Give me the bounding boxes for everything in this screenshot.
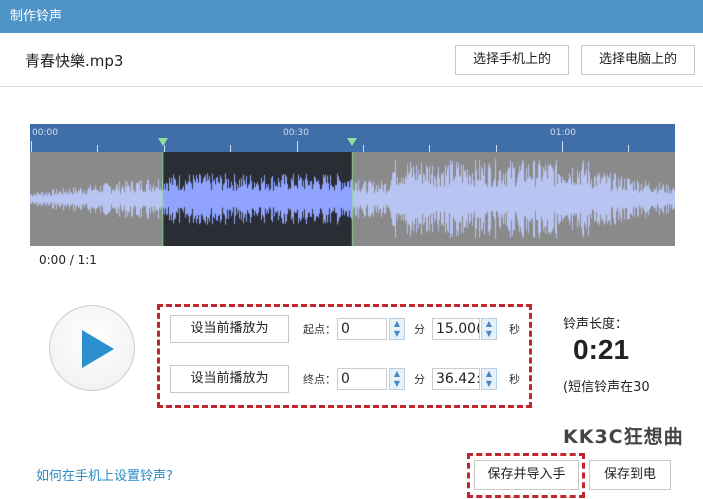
watermark: KK3C狂想曲 (563, 426, 684, 448)
timeline-tick (296, 141, 298, 152)
end-seconds-input[interactable]: 36.42: (432, 368, 480, 390)
file-name: 青春快樂.mp3 (25, 52, 124, 70)
time-label: 01:00 (550, 128, 576, 138)
start-minutes-input[interactable]: 0 (337, 318, 387, 340)
start-seconds-input[interactable]: 15.00( (432, 318, 480, 340)
timeline-tick (97, 145, 99, 152)
end-marker-handle[interactable] (347, 138, 357, 146)
minute-unit: 分 (414, 373, 425, 386)
second-unit: 秒 (509, 323, 520, 336)
end-seconds-spinner[interactable]: ▲ ▼ (481, 368, 497, 390)
waveform[interactable] (30, 152, 675, 246)
set-end-button[interactable]: 设当前播放为 (170, 365, 289, 393)
start-label: 起点： (303, 323, 336, 336)
timeline-tick (230, 145, 232, 152)
play-button[interactable] (49, 305, 135, 391)
start-marker-handle[interactable] (158, 138, 168, 146)
save-to-pc-button[interactable]: 保存到电 (589, 460, 671, 490)
timeline-tick (163, 145, 165, 152)
save-and-import-button[interactable]: 保存并导入手 (474, 460, 579, 490)
timeline-ruler[interactable]: 00:00 00:30 01:00 (30, 124, 675, 152)
play-icon (82, 330, 114, 368)
help-link[interactable]: 如何在手机上设置铃声? (36, 465, 173, 484)
timeline-tick (429, 145, 431, 152)
window-title: 制作铃声 (0, 0, 703, 33)
timeline-tick (562, 141, 563, 152)
choose-from-pc-button[interactable]: 选择电脑上的 (581, 45, 695, 75)
end-minutes-spinner[interactable]: ▲ ▼ (389, 368, 405, 390)
time-label: 00:00 (32, 128, 58, 138)
start-seconds-spinner[interactable]: ▲ ▼ (481, 318, 497, 340)
ringtone-length-value: 0:21 (573, 334, 630, 365)
end-label: 终点： (303, 373, 336, 386)
time-label: 00:30 (283, 128, 309, 138)
choose-from-phone-button[interactable]: 选择手机上的 (455, 45, 569, 75)
set-start-button[interactable]: 设当前播放为 (170, 315, 289, 343)
playback-time: 0:00 / 1:1 (39, 253, 97, 267)
start-minutes-spinner[interactable]: ▲ ▼ (389, 318, 405, 340)
ringtone-length-label: 铃声长度： (563, 317, 629, 332)
minute-unit: 分 (414, 323, 425, 336)
end-minutes-input[interactable]: 0 (337, 368, 387, 390)
timeline-tick (628, 145, 630, 152)
timeline-tick (31, 141, 32, 152)
second-unit: 秒 (509, 373, 520, 386)
divider (0, 86, 703, 87)
timeline-tick (362, 145, 364, 152)
ringtone-note: (短信铃声在30 (563, 380, 650, 395)
timeline-tick (495, 145, 497, 152)
